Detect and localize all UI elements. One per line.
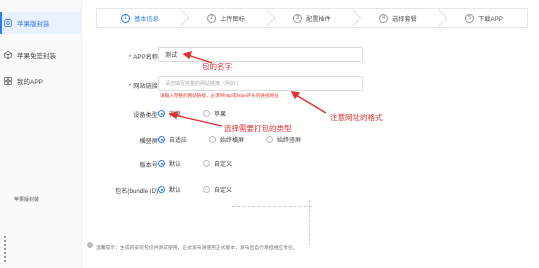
divider (232, 206, 312, 207)
sidebar-item-label: 苹果免签封装 (17, 53, 56, 60)
sidebar-item-label: 苹果版封装 (17, 21, 50, 28)
footer-note: 温馨提示：生成的安装包仅供测试使用，正式发布请使用正式版本，发布后自行承担相应责… (96, 246, 298, 251)
arrow-device (168, 111, 223, 127)
divider (4, 236, 6, 262)
sidebar-bottom-label: 苹果版封装 (14, 197, 40, 203)
annotation-arrows (168, 50, 327, 127)
info-icon (87, 242, 93, 248)
arrow-name (182, 50, 213, 64)
sidebar: 苹果版封装 苹果免签封装 我的APP 苹果版封装 (0, 0, 82, 268)
cube-icon (4, 51, 12, 59)
divider (309, 200, 310, 246)
main-content: 1 基本信息 2 上传图标 3 配置插件 4 选择套餐 5 下载APP * APP… (82, 0, 539, 268)
app-icon (4, 19, 12, 27)
arrow-link (290, 91, 327, 114)
apps-grid-icon (4, 77, 12, 85)
sidebar-item-ios-package[interactable]: 苹果版封装 (0, 12, 82, 34)
sidebar-item-label: 我的APP (17, 79, 44, 86)
